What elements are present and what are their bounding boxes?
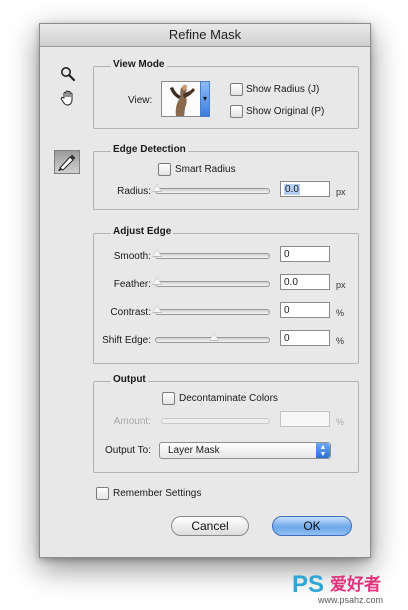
feather-field[interactable]: 0.0 bbox=[280, 274, 330, 290]
show-original-label: Show Original (P) bbox=[246, 106, 325, 117]
feather-unit: px bbox=[336, 280, 346, 290]
svg-text:爱好者: 爱好者 bbox=[330, 574, 381, 595]
shift-edge-slider-thumb[interactable] bbox=[208, 333, 219, 341]
radius-label: Radius: bbox=[117, 186, 151, 197]
view-mode-title: View Mode bbox=[111, 59, 167, 70]
magnifier-icon[interactable] bbox=[60, 66, 76, 82]
hand-icon[interactable] bbox=[59, 89, 77, 107]
edge-detection-title: Edge Detection bbox=[111, 144, 188, 155]
view-mode-preview[interactable] bbox=[161, 81, 201, 117]
shift-edge-label: Shift Edge: bbox=[102, 335, 151, 346]
view-preview-image bbox=[162, 82, 200, 116]
contrast-slider-track[interactable] bbox=[155, 309, 270, 315]
dialog-title: Refine Mask bbox=[40, 24, 370, 47]
output-to-select[interactable]: Layer Mask ▲ ▼ bbox=[159, 442, 331, 459]
feather-slider-thumb[interactable] bbox=[152, 277, 162, 285]
smooth-field[interactable]: 0 bbox=[280, 246, 330, 262]
amount-label: Amount: bbox=[113, 416, 151, 427]
feather-slider-track[interactable] bbox=[155, 281, 270, 287]
remember-settings-checkbox[interactable] bbox=[96, 487, 109, 500]
decontaminate-label: Decontaminate Colors bbox=[179, 393, 278, 404]
output-to-value: Layer Mask bbox=[168, 445, 220, 456]
smooth-label: Smooth: bbox=[113, 251, 151, 262]
cancel-button[interactable]: Cancel bbox=[171, 516, 249, 536]
svg-text:PS: PS bbox=[292, 571, 324, 598]
svg-text:www.psahz.com: www.psahz.com bbox=[317, 595, 383, 605]
feather-label: Feather: bbox=[113, 279, 151, 290]
shift-edge-unit: % bbox=[336, 336, 345, 346]
output-to-label: Output To: bbox=[105, 445, 151, 456]
show-radius-checkbox[interactable] bbox=[230, 83, 243, 96]
shift-edge-field[interactable]: 0 bbox=[280, 330, 330, 346]
radius-slider-track[interactable] bbox=[155, 188, 270, 194]
psahz-logo-icon: PS 爱好者 www.psahz.com bbox=[292, 571, 383, 605]
watermark: PS 爱好者 www.psahz.com bbox=[290, 566, 402, 606]
radius-field[interactable]: 0.0 bbox=[280, 181, 330, 197]
radius-slider-thumb[interactable] bbox=[152, 184, 162, 192]
contrast-label: Contrast: bbox=[110, 307, 151, 318]
refine-radius-brush-icon bbox=[58, 154, 76, 171]
decontaminate-checkbox[interactable] bbox=[162, 392, 175, 405]
radius-value: 0.0 bbox=[284, 184, 300, 195]
smart-radius-label: Smart Radius bbox=[175, 164, 236, 175]
show-original-checkbox[interactable] bbox=[230, 105, 243, 118]
amount-unit: % bbox=[336, 417, 345, 427]
amount-field[interactable] bbox=[280, 411, 330, 427]
refine-mask-dialog: Refine Mask View Mode View: ▾ Show Radiu… bbox=[39, 23, 371, 558]
view-mode-dropdown[interactable]: ▾ bbox=[200, 81, 210, 117]
output-title: Output bbox=[111, 374, 148, 385]
view-label: View: bbox=[128, 95, 153, 106]
select-arrows-icon: ▲ ▼ bbox=[316, 443, 330, 458]
smooth-slider-track[interactable] bbox=[155, 253, 270, 259]
show-radius-label: Show Radius (J) bbox=[246, 84, 320, 95]
radius-unit: px bbox=[336, 187, 346, 197]
smooth-slider-thumb[interactable] bbox=[152, 249, 162, 257]
contrast-slider-thumb[interactable] bbox=[152, 305, 162, 313]
contrast-field[interactable]: 0 bbox=[280, 302, 330, 318]
adjust-edge-title: Adjust Edge bbox=[111, 226, 174, 237]
amount-slider-track[interactable] bbox=[161, 418, 270, 424]
refine-radius-tool-button[interactable] bbox=[54, 150, 80, 174]
remember-settings-label: Remember Settings bbox=[113, 488, 202, 499]
ok-button[interactable]: OK bbox=[272, 516, 352, 536]
smart-radius-checkbox[interactable] bbox=[158, 163, 171, 176]
contrast-unit: % bbox=[336, 308, 345, 318]
